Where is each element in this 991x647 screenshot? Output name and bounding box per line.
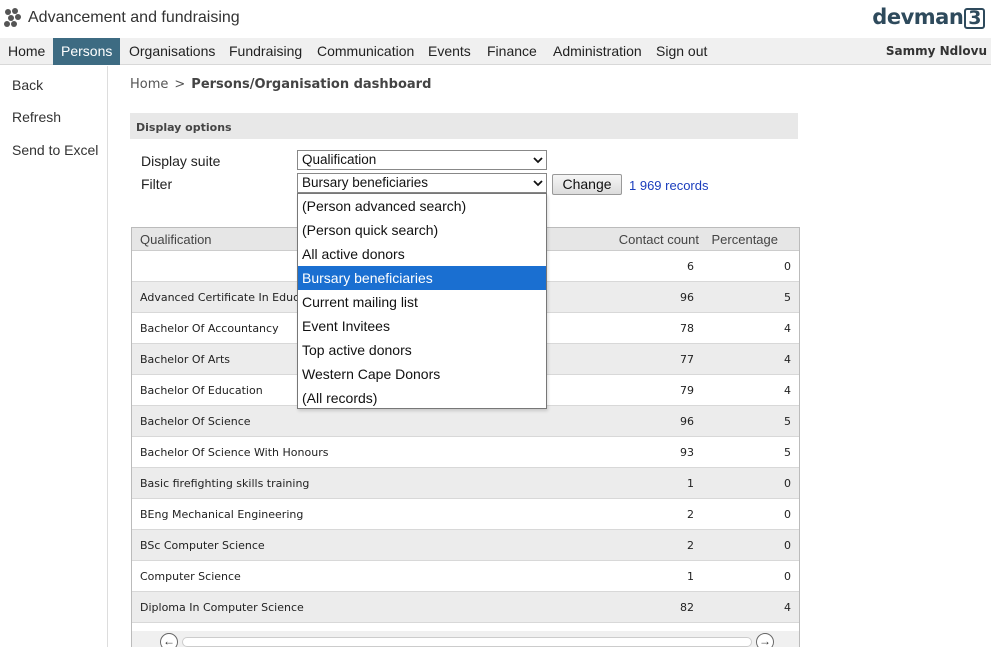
breadcrumb: Home > Persons/Organisation dashboard xyxy=(130,77,431,92)
table-row[interactable]: Computer Science 1 0 xyxy=(132,561,799,592)
cell-contact-count: 6 xyxy=(687,260,694,273)
filter-select[interactable]: Bursary beneficiaries xyxy=(297,173,547,193)
filter-option[interactable]: Top active donors xyxy=(298,338,546,362)
cell-percentage: 4 xyxy=(784,601,791,614)
table-row[interactable]: BSc Computer Science 2 0 xyxy=(132,530,799,561)
cell-percentage: 5 xyxy=(784,291,791,304)
display-suite-select[interactable]: Qualification xyxy=(297,150,547,170)
filter-dropdown-list: (Person advanced search) (Person quick se… xyxy=(297,193,547,409)
cell-percentage: 0 xyxy=(784,260,791,273)
app-title: Advancement and fundraising xyxy=(28,9,240,26)
column-header-contact-count[interactable]: Contact count xyxy=(619,232,699,247)
filter-option[interactable]: (All records) xyxy=(298,386,546,410)
filter-option[interactable]: Event Invitees xyxy=(298,314,546,338)
chevron-down-icon xyxy=(533,180,543,187)
cell-contact-count: 93 xyxy=(680,446,694,459)
filter-option[interactable]: Bursary beneficiaries xyxy=(298,266,546,290)
logo-icon xyxy=(4,8,21,27)
filter-label: Filter xyxy=(141,176,173,192)
breadcrumb-current: Persons/Organisation dashboard xyxy=(191,77,432,92)
cell-qualification: Diploma In Computer Science xyxy=(140,601,304,614)
filter-option[interactable]: Current mailing list xyxy=(298,290,546,314)
column-header-qualification[interactable]: Qualification xyxy=(140,232,212,247)
cell-qualification: Bachelor Of Accountancy xyxy=(140,322,279,335)
display-suite-label: Display suite xyxy=(141,153,221,169)
records-count-link[interactable]: 1 969 records xyxy=(629,178,709,193)
scroll-right-icon[interactable]: → xyxy=(756,633,774,647)
breadcrumb-separator: > xyxy=(174,77,186,92)
main-nav: Home Persons Organisations Fundraising C… xyxy=(0,38,991,65)
table-row[interactable]: Bachelor Of Science 96 5 xyxy=(132,406,799,437)
display-suite-value: Qualification xyxy=(302,152,377,167)
cell-qualification: Basic firefighting skills training xyxy=(140,477,310,490)
chevron-down-icon xyxy=(533,157,543,164)
cell-qualification: BEng Mechanical Engineering xyxy=(140,508,304,521)
cell-percentage: 5 xyxy=(784,446,791,459)
cell-qualification: Bachelor Of Arts xyxy=(140,353,230,366)
cell-percentage: 0 xyxy=(784,508,791,521)
nav-persons[interactable]: Persons xyxy=(53,38,121,65)
cell-contact-count: 77 xyxy=(680,353,694,366)
cell-contact-count: 79 xyxy=(680,384,694,397)
table-row[interactable]: Basic firefighting skills training 1 0 xyxy=(132,468,799,499)
sidebar-refresh[interactable]: Refresh xyxy=(12,109,61,125)
column-header-percentage[interactable]: Percentage xyxy=(712,232,779,247)
filter-option[interactable]: (Person quick search) xyxy=(298,218,546,242)
cell-percentage: 4 xyxy=(784,322,791,335)
nav-administration[interactable]: Administration xyxy=(545,38,650,65)
breadcrumb-home[interactable]: Home xyxy=(130,77,168,92)
nav-organisations[interactable]: Organisations xyxy=(121,38,223,65)
cell-percentage: 5 xyxy=(784,415,791,428)
nav-home[interactable]: Home xyxy=(0,38,53,65)
sidebar-send-to-excel[interactable]: Send to Excel xyxy=(12,142,98,158)
cell-contact-count: 2 xyxy=(687,508,694,521)
sidebar-back[interactable]: Back xyxy=(12,77,43,93)
cell-contact-count: 2 xyxy=(687,539,694,552)
cell-contact-count: 82 xyxy=(680,601,694,614)
table-row[interactable]: Bachelor Of Science With Honours 93 5 xyxy=(132,437,799,468)
horizontal-scrollbar[interactable]: ← → xyxy=(132,631,799,647)
scroll-left-icon[interactable]: ← xyxy=(160,633,178,647)
filter-option[interactable]: All active donors xyxy=(298,242,546,266)
scroll-track[interactable] xyxy=(182,637,752,647)
user-name: Sammy Ndlovu xyxy=(885,44,987,58)
cell-percentage: 0 xyxy=(784,570,791,583)
change-button[interactable]: Change xyxy=(552,174,622,195)
cell-contact-count: 96 xyxy=(680,291,694,304)
cell-percentage: 0 xyxy=(784,477,791,490)
brand-logo: devman 3 xyxy=(872,5,985,29)
cell-qualification: Bachelor Of Science With Honours xyxy=(140,446,329,459)
cell-contact-count: 1 xyxy=(687,477,694,490)
table-row[interactable]: Diploma In Computer Science 82 4 xyxy=(132,592,799,623)
table-row[interactable]: BEng Mechanical Engineering 2 0 xyxy=(132,499,799,530)
cell-contact-count: 96 xyxy=(680,415,694,428)
app-header: Advancement and fundraising devman 3 xyxy=(0,0,991,38)
nav-events[interactable]: Events xyxy=(420,38,479,65)
cell-qualification: Bachelor Of Science xyxy=(140,415,251,428)
cell-contact-count: 1 xyxy=(687,570,694,583)
cell-qualification: BSc Computer Science xyxy=(140,539,265,552)
display-options-header: Display options xyxy=(130,113,798,139)
filter-value: Bursary beneficiaries xyxy=(302,175,429,190)
filter-option[interactable]: (Person advanced search) xyxy=(298,194,546,218)
cell-percentage: 4 xyxy=(784,384,791,397)
nav-sign-out[interactable]: Sign out xyxy=(648,38,715,65)
nav-communication[interactable]: Communication xyxy=(309,38,422,65)
cell-qualification: Computer Science xyxy=(140,570,241,583)
filter-option[interactable]: Western Cape Donors xyxy=(298,362,546,386)
cell-contact-count: 78 xyxy=(680,322,694,335)
cell-percentage: 0 xyxy=(784,539,791,552)
nav-fundraising[interactable]: Fundraising xyxy=(221,38,310,65)
cell-percentage: 4 xyxy=(784,353,791,366)
cell-qualification: Bachelor Of Education xyxy=(140,384,263,397)
sidebar: Back Refresh Send to Excel xyxy=(0,66,108,647)
nav-finance[interactable]: Finance xyxy=(479,38,545,65)
